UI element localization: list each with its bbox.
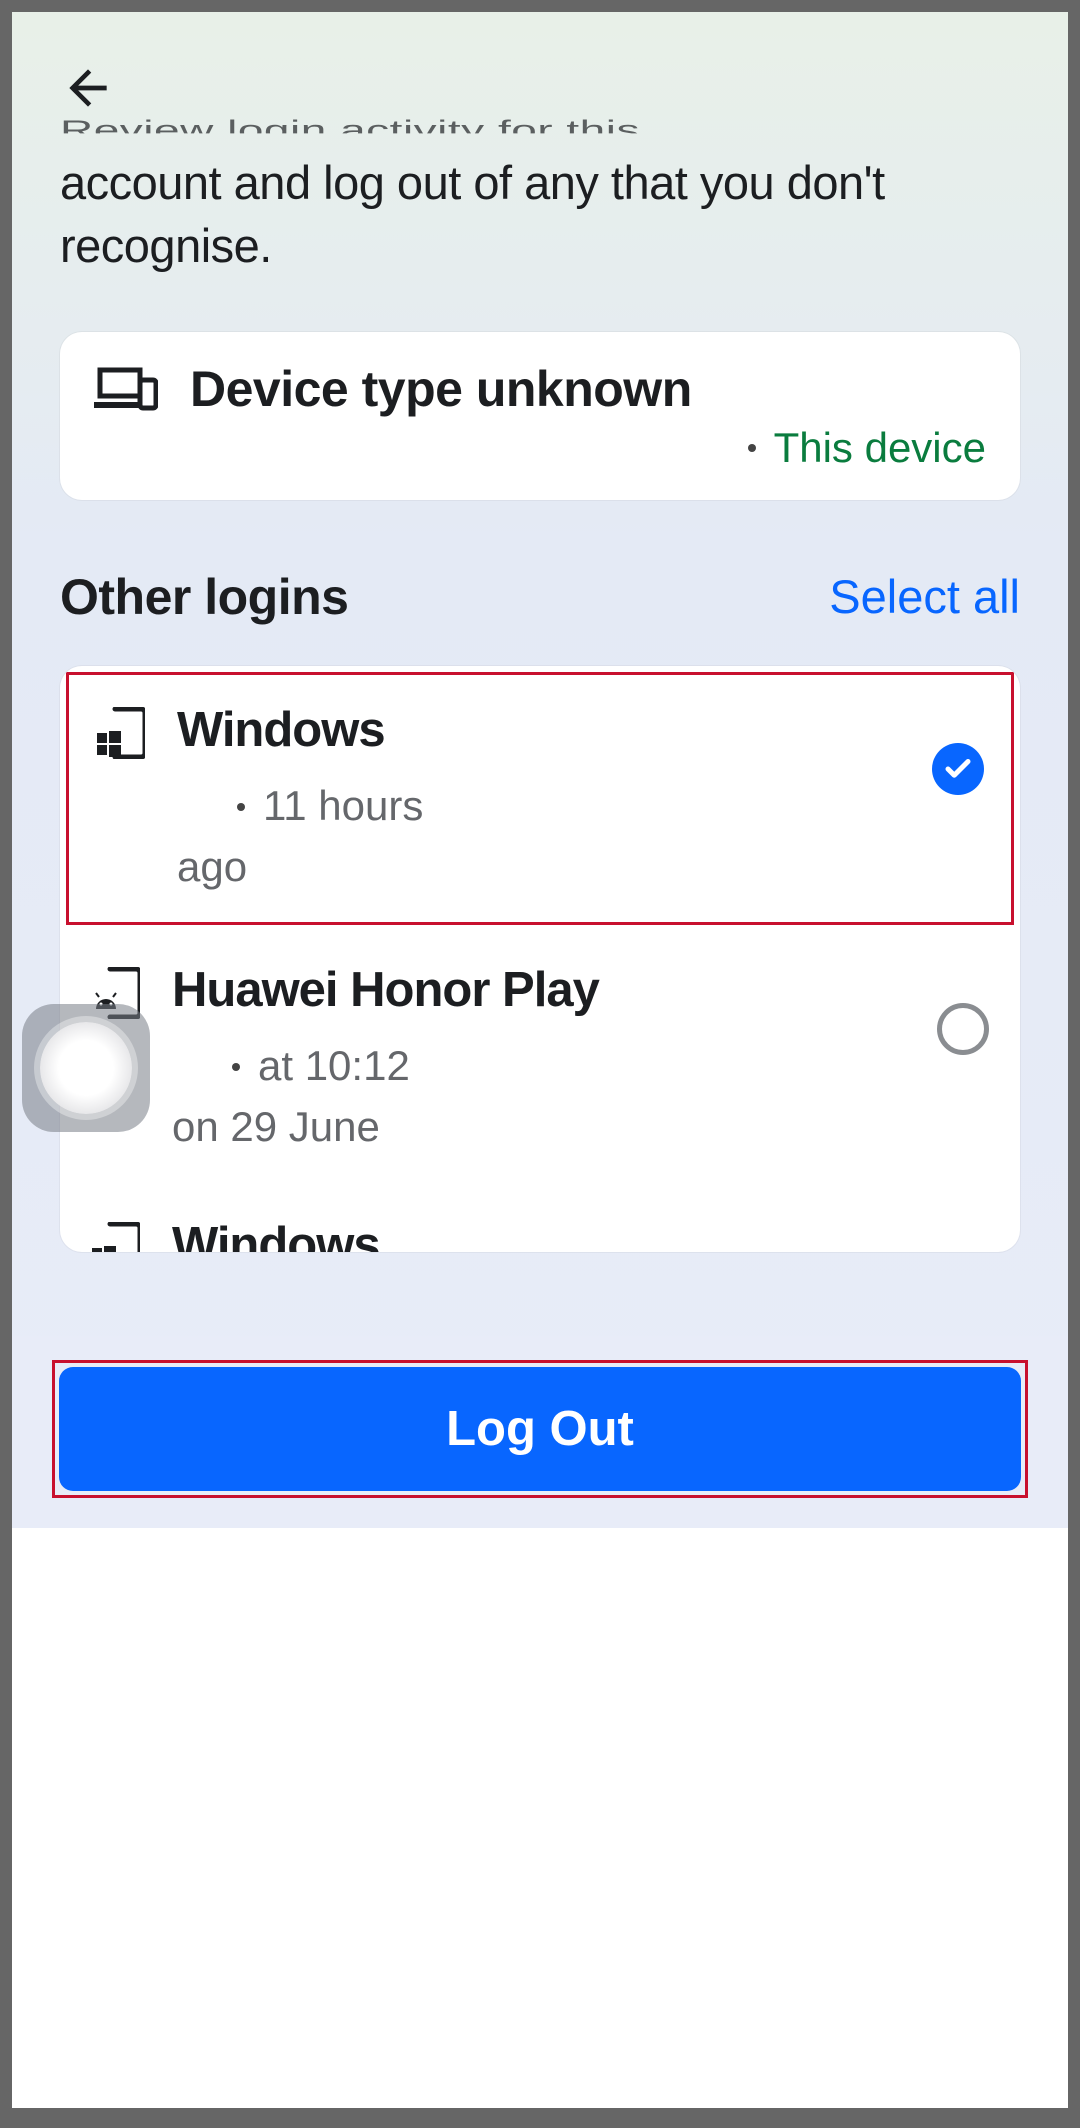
back-button[interactable] <box>60 60 116 116</box>
login-name: Windows <box>177 701 901 761</box>
current-device-badge-text: This device <box>774 424 986 472</box>
login-meta: 11 hours ago <box>177 769 901 896</box>
login-meta-1: 11 hours <box>263 778 423 835</box>
login-meta-2: ago <box>177 839 901 896</box>
login-meta-1: at 10:12 <box>258 1038 410 1095</box>
other-logins-header: Other logins Select all <box>12 500 1068 626</box>
login-row[interactable]: Windows <box>60 1186 1020 1252</box>
windows-phone-icon <box>93 701 149 759</box>
description-text: account and log out of any that you don'… <box>12 146 1068 278</box>
login-name: Huawei Honor Play <box>172 961 906 1021</box>
current-device-card[interactable]: Device type unknown This device <box>60 332 1020 500</box>
login-meta: at 10:12 on 29 June <box>172 1029 906 1156</box>
select-all-link[interactable]: Select all <box>829 569 1020 624</box>
login-text: Windows <box>172 1216 992 1252</box>
login-meta-2: on 29 June <box>172 1099 906 1156</box>
arrow-left-icon <box>60 60 116 116</box>
login-row[interactable]: Windows 11 hours ago <box>66 672 1014 925</box>
checkmark-selected-icon <box>932 743 984 795</box>
other-logins-title: Other logins <box>60 568 348 626</box>
logout-button[interactable]: Log Out <box>59 1367 1021 1491</box>
login-checkbox[interactable] <box>934 961 992 1055</box>
checkmark-empty-icon <box>937 1003 989 1055</box>
assistive-touch-icon <box>40 1022 132 1114</box>
bottom-bar: Log Out <box>12 1336 1068 1528</box>
logins-list: Windows 11 hours ago Huawei Honor Play <box>60 666 1020 1252</box>
bullet-icon <box>748 444 756 452</box>
login-row[interactable]: Huawei Honor Play at 10:12 on 29 June <box>60 931 1020 1186</box>
laptop-mobile-icon <box>94 360 158 412</box>
header: Review login activity for this <box>12 12 1068 146</box>
current-device-info: Device type unknown This device <box>190 360 986 472</box>
windows-phone-icon <box>88 1216 144 1252</box>
login-text: Windows 11 hours ago <box>177 701 901 896</box>
current-device-title: Device type unknown <box>190 360 986 418</box>
login-checkbox[interactable] <box>929 701 987 795</box>
current-device-badge: This device <box>748 424 986 472</box>
bullet-icon <box>237 803 245 811</box>
description-clipped-line: Review login activity for this <box>60 116 1020 133</box>
assistive-touch-button[interactable] <box>22 1004 150 1132</box>
below-whitespace <box>12 1528 1068 2108</box>
logout-highlight: Log Out <box>52 1360 1028 1498</box>
bullet-icon <box>232 1063 240 1071</box>
login-name: Windows <box>172 1216 992 1252</box>
login-text: Huawei Honor Play at 10:12 on 29 June <box>172 961 906 1156</box>
screen-container: Review login activity for this account a… <box>12 12 1068 1528</box>
